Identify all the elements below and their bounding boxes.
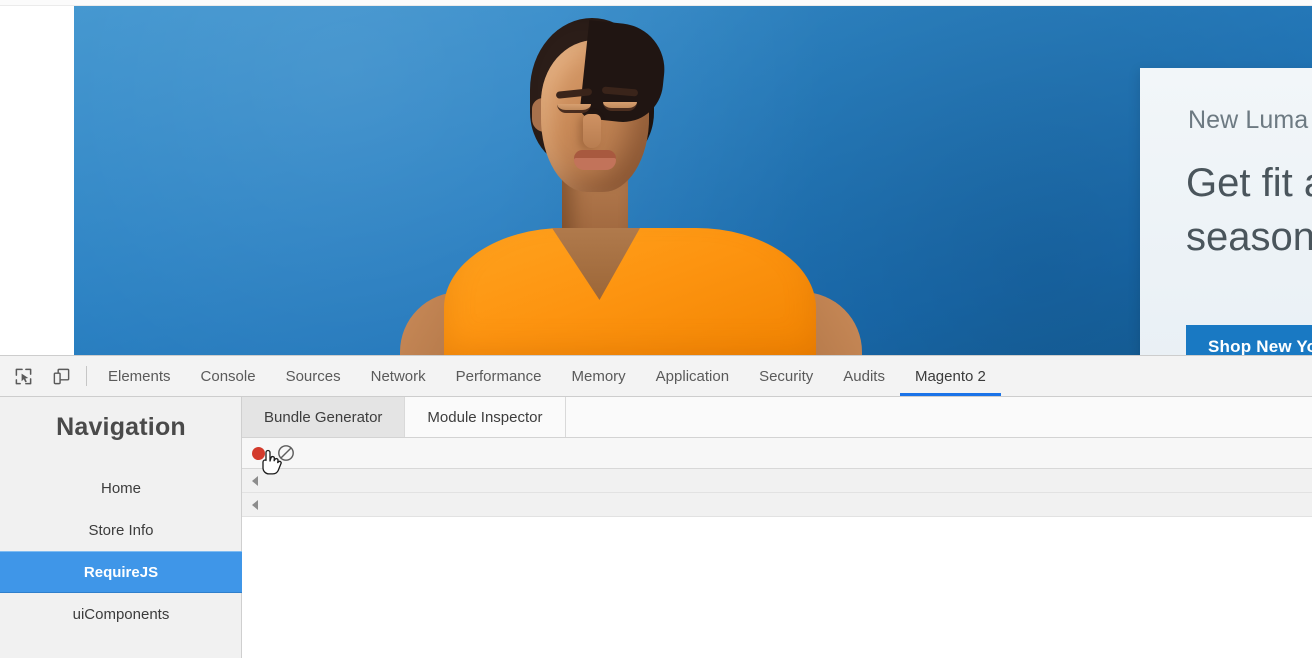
devtools-tab-audits[interactable]: Audits — [828, 356, 900, 396]
devtools-tab-application[interactable]: Application — [641, 356, 744, 396]
model-eye-right — [603, 102, 637, 111]
promo-card: New Luma Yoga Collection Get fit and loo… — [1140, 68, 1312, 355]
sidebar-item-uicomponents[interactable]: uiComponents — [0, 593, 242, 635]
shop-new-yoga-button[interactable]: Shop New Yoga — [1186, 325, 1312, 355]
promo-headline: Get fit and look fab in seasonal styles — [1186, 156, 1312, 264]
devtools-tab-magento-2[interactable]: Magento 2 — [900, 356, 1001, 396]
devtools-panel: Elements Console Sources Network Perform… — [0, 355, 1312, 658]
clear-icon[interactable] — [277, 444, 295, 462]
device-toolbar-icon[interactable] — [46, 362, 76, 390]
record-button[interactable] — [252, 446, 265, 460]
devtools-tab-memory[interactable]: Memory — [557, 356, 641, 396]
devtools-tabbar: Elements Console Sources Network Perform… — [0, 356, 1312, 397]
navigation-sidebar: Navigation Home Store Info RequireJS uiC… — [0, 397, 242, 658]
inspect-element-icon[interactable] — [8, 362, 38, 390]
chevron-left-icon[interactable] — [252, 475, 258, 486]
chevron-left-icon[interactable] — [252, 499, 258, 510]
model-shirt — [444, 228, 816, 355]
navigation-list: Home Store Info RequireJS uiComponents — [0, 467, 242, 635]
browser-viewport: New Luma Yoga Collection Get fit and loo… — [0, 0, 1312, 355]
hero-banner[interactable]: New Luma Yoga Collection Get fit and loo… — [74, 6, 1312, 355]
devtools-tab-sources[interactable]: Sources — [271, 356, 356, 396]
devtools-tab-security[interactable]: Security — [744, 356, 828, 396]
sidebar-item-requirejs[interactable]: RequireJS — [0, 551, 242, 593]
promo-headline-line2: seasonal styles — [1186, 215, 1312, 259]
devtools-tab-performance[interactable]: Performance — [441, 356, 557, 396]
model-lip-lower — [574, 158, 616, 170]
navigation-title: Navigation — [56, 413, 186, 441]
toolbar-separator — [86, 366, 87, 386]
sidebar-item-store-info[interactable]: Store Info — [0, 509, 242, 551]
panel-toolbar — [242, 438, 1312, 469]
model-eye-left — [557, 104, 591, 113]
panel-sub-tabbar: Bundle Generator Module Inspector — [242, 397, 1312, 438]
bundle-tree — [242, 469, 1312, 517]
sidebar-item-home[interactable]: Home — [0, 467, 242, 509]
devtools-tab-elements[interactable]: Elements — [93, 356, 186, 396]
devtools-body: Navigation Home Store Info RequireJS uiC… — [0, 397, 1312, 658]
promo-headline-line1: Get fit and look fab in — [1186, 161, 1312, 205]
hero-model-photo — [384, 6, 884, 355]
tab-bundle-generator[interactable]: Bundle Generator — [242, 397, 406, 437]
screen: New Luma Yoga Collection Get fit and loo… — [0, 0, 1312, 658]
tree-row[interactable] — [242, 493, 1312, 517]
devtools-tab-console[interactable]: Console — [186, 356, 271, 396]
tab-module-inspector[interactable]: Module Inspector — [405, 397, 566, 437]
tree-row[interactable] — [242, 469, 1312, 493]
panel-main: Bundle Generator Module Inspector — [242, 397, 1312, 658]
promo-eyebrow: New Luma Yoga Collection — [1188, 106, 1312, 134]
model-nose — [583, 114, 601, 148]
devtools-tab-network[interactable]: Network — [356, 356, 441, 396]
